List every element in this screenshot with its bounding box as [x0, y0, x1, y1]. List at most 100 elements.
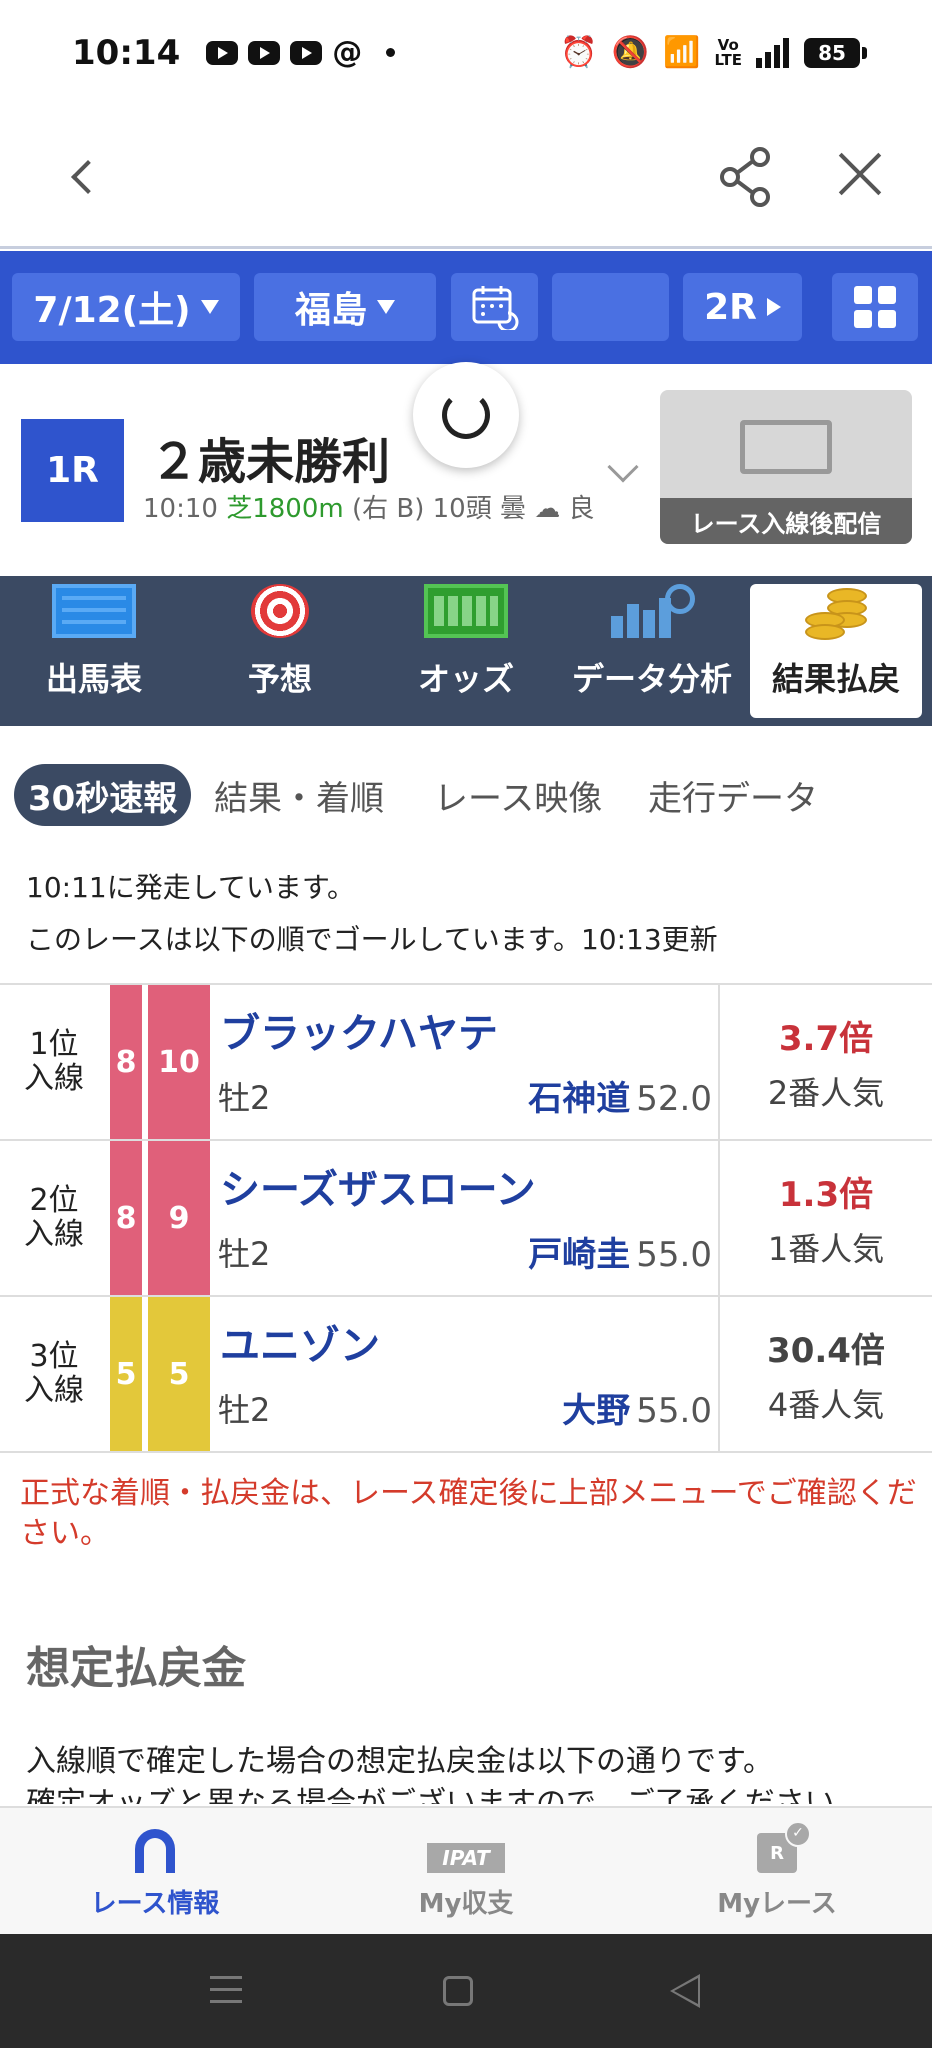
tab-label: My収支 — [418, 1889, 514, 1919]
youtube-icon — [248, 40, 281, 65]
jockey-weight: 55.0 — [636, 1235, 712, 1275]
more-notifications-icon — [386, 48, 396, 57]
bottom-tab-bar: レース情報 IPAT My収支 R Myレース — [0, 1806, 932, 1934]
loading-spinner — [413, 362, 519, 468]
status-time: 10:14 — [72, 32, 181, 73]
calendar-button[interactable] — [451, 273, 538, 341]
start-message: 10:11に発走しています。 — [26, 871, 356, 904]
alarm-icon: ⏰ — [560, 35, 598, 70]
back-triangle-icon[interactable] — [670, 1974, 700, 2008]
tab-my-balance[interactable]: IPAT My収支 — [311, 1808, 621, 1936]
results-table: 1位 入線 8 10 ブラックハヤテ 牡2 石神道 52.0 3.7倍 2番人気 2… — [0, 983, 932, 1453]
cat-data-analysis[interactable]: データ分析 — [562, 584, 742, 718]
odds-value: 1.3倍 — [778, 1174, 874, 1215]
odds-cell: 30.4倍 4番人気 — [718, 1297, 932, 1451]
status-right-icons: ⏰ 🔕 📶 Vo LTE 85 — [560, 35, 867, 70]
popularity: 1番人気 — [767, 1229, 885, 1268]
jockey-name[interactable]: 石神道 — [528, 1079, 630, 1119]
cat-label: オッズ — [417, 660, 514, 698]
payout-description-1: 入線順で確定した場合の想定払戻金は以下の通りです。 — [26, 1744, 773, 1779]
video-caption: レース入線後配信 — [660, 498, 912, 544]
venue-select[interactable]: 福島 — [254, 273, 436, 341]
back-button[interactable] — [58, 147, 108, 207]
rank-label: 3位 — [29, 1339, 79, 1374]
result-notice: 正式な着順・払戻金は、レース確定後に上部メニューでご確認ください。 — [20, 1476, 917, 1551]
entries-icon — [52, 584, 136, 638]
cat-odds[interactable]: オッズ — [376, 584, 556, 718]
next-race-button[interactable]: 2R — [683, 273, 802, 341]
payout-description-2: 確定オッズと異なる場合がございますので、ご了承ください。 — [26, 1786, 865, 1804]
rank-sub-label: 入線 — [24, 1061, 84, 1096]
race-video-thumbnail[interactable]: レース入線後配信 — [660, 390, 912, 544]
cat-entries[interactable]: 出馬表 — [4, 584, 184, 718]
odds-cell: 3.7倍 2番人気 — [718, 985, 932, 1139]
sex-age: 牡2 — [218, 1079, 271, 1117]
cat-label: データ分析 — [571, 660, 732, 698]
share-icon[interactable] — [718, 145, 774, 209]
race-start-time: 10:10 — [143, 494, 218, 524]
rank-cell: 2位 入線 — [0, 1141, 108, 1295]
horse-name[interactable]: ユニゾン — [220, 1313, 380, 1371]
tab-race-info[interactable]: レース情報 — [0, 1808, 310, 1936]
popularity: 4番人気 — [767, 1385, 885, 1424]
coins-icon — [801, 584, 871, 640]
rank-cell: 1位 入線 — [0, 985, 108, 1139]
status-bar: 10:14 @ ⏰ 🔕 📶 Vo LTE 85 — [0, 0, 932, 105]
tab-label: レース情報 — [90, 1889, 220, 1919]
horse-name[interactable]: シーズザスローン — [220, 1157, 536, 1215]
horseshoe-icon — [135, 1829, 175, 1873]
system-nav-bar — [0, 1934, 932, 2048]
next-race-label: 2R — [704, 286, 757, 328]
sex-age: 牡2 — [218, 1235, 271, 1273]
popularity: 2番人気 — [767, 1073, 885, 1112]
wifi-icon: 📶 — [663, 35, 701, 70]
cat-results-payout[interactable]: 結果払戻 — [750, 584, 922, 718]
cat-prediction[interactable]: 予想 — [190, 584, 370, 718]
caret-down-icon — [377, 300, 395, 314]
jockey-cell: 大野 55.0 — [562, 1383, 712, 1432]
rank-sub-label: 入線 — [24, 1217, 84, 1252]
jockey-name[interactable]: 戸崎圭 — [528, 1235, 630, 1275]
play-right-icon — [766, 298, 781, 316]
subtab-quick-report[interactable]: 30秒速報 — [14, 764, 192, 826]
recent-apps-icon[interactable] — [210, 1976, 242, 2004]
grid-icon — [854, 286, 896, 328]
jockey-name[interactable]: 大野 — [562, 1391, 630, 1431]
youtube-icon — [290, 40, 323, 65]
horse-number: 5 — [146, 1297, 210, 1451]
odds-board-icon — [424, 584, 508, 638]
table-row[interactable]: 1位 入線 8 10 ブラックハヤテ 牡2 石神道 52.0 3.7倍 2番人気 — [0, 985, 932, 1141]
close-button[interactable] — [836, 150, 884, 198]
subtab-result-order[interactable]: 結果・着順 — [214, 764, 384, 826]
app-header — [0, 105, 932, 249]
jockey-weight: 52.0 — [636, 1079, 712, 1119]
table-row[interactable]: 3位 入線 5 5 ユニゾン 牡2 大野 55.0 30.4倍 4番人気 — [0, 1297, 932, 1453]
frame-number: 8 — [108, 985, 142, 1139]
expand-chevron-icon[interactable] — [607, 451, 639, 483]
cat-label: 結果払戻 — [771, 660, 900, 698]
horse-number: 10 — [146, 985, 210, 1139]
jockey-weight: 55.0 — [636, 1391, 712, 1431]
previous-race-button[interactable] — [552, 273, 669, 341]
frame-number: 8 — [108, 1141, 142, 1295]
rank-cell: 3位 入線 — [0, 1297, 108, 1451]
cat-label: 予想 — [247, 660, 312, 698]
tab-my-race[interactable]: R Myレース — [622, 1808, 932, 1936]
date-select[interactable]: 7/12(土) — [12, 273, 240, 341]
goal-order-message: このレースは以下の順でゴールしています。10:13更新 — [26, 923, 718, 956]
my-race-icon: R — [757, 1821, 811, 1873]
table-row[interactable]: 2位 入線 8 9 シーズザスローン 牡2 戸崎圭 55.0 1.3倍 1番人気 — [0, 1141, 932, 1297]
youtube-icon — [206, 40, 239, 65]
subtab-running-data[interactable]: 走行データ — [648, 764, 818, 826]
home-icon[interactable] — [443, 1976, 473, 2006]
caret-down-icon — [200, 300, 219, 314]
race-list-button[interactable] — [832, 273, 918, 341]
notification-icons: @ — [206, 35, 396, 70]
sex-age: 牡2 — [218, 1391, 271, 1429]
ipat-icon: IPAT — [427, 1843, 505, 1873]
horse-name[interactable]: ブラックハヤテ — [220, 1001, 498, 1059]
cat-label: 出馬表 — [45, 660, 142, 698]
jockey-cell: 戸崎圭 55.0 — [528, 1227, 712, 1276]
subtab-race-video[interactable]: レース映像 — [434, 764, 602, 826]
race-filter-bar: 7/12(土) 福島 2R — [0, 251, 932, 364]
